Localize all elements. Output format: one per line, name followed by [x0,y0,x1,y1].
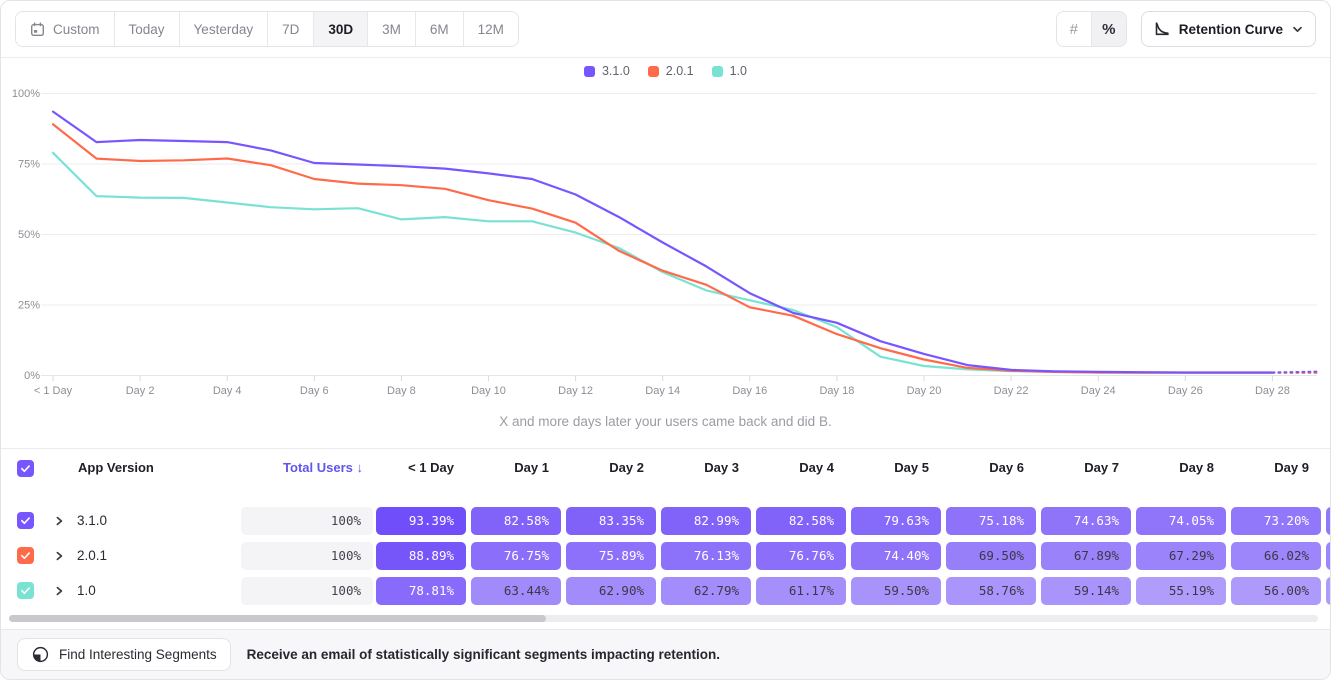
y-tick-label: 50% [18,229,40,241]
col-header-day-7: Day 7 [1041,448,1119,488]
total-users-cell[interactable]: 100% [241,542,373,570]
retention-cell[interactable]: 66.02% [1231,542,1321,570]
x-tick-label: Day 2 [126,385,155,397]
col-header-day-8: Day 8 [1136,448,1214,488]
retention-cell[interactable]: 73.20% [1231,507,1321,535]
retention-cell[interactable]: 79.63% [851,507,941,535]
retention-cell[interactable]: 82.99% [661,507,751,535]
footer-message: Receive an email of statistically signif… [247,647,720,662]
retention-cell[interactable]: 61.17% [756,577,846,605]
series-line-dashed-tail-3-1-0 [1272,372,1317,373]
retention-cell[interactable]: 75.18% [946,507,1036,535]
select-all-checkbox[interactable] [17,460,34,477]
retention-cell-partial[interactable] [1326,542,1331,570]
horizontal-scrollbar-track[interactable] [9,615,1318,622]
retention-cell[interactable]: 78.81% [376,577,466,605]
x-tick-label: Day 6 [300,385,329,397]
retention-cell[interactable]: 56.00% [1231,577,1321,605]
retention-cell-partial[interactable] [1326,577,1331,605]
x-tick-label: Day 28 [1255,385,1290,397]
y-tick-label: 0% [24,370,40,382]
total-users-cell[interactable]: 100% [241,507,373,535]
find-interesting-segments-button[interactable]: Find Interesting Segments [17,638,231,671]
x-tick-label: Day 20 [907,385,942,397]
expand-chevron-icon[interactable] [53,515,65,527]
retention-cell[interactable]: 82.58% [471,507,561,535]
x-tick-label: Day 26 [1168,385,1203,397]
expand-chevron-icon[interactable] [53,585,65,597]
app-version-label-3-1-0[interactable]: 3.1.0 [77,507,107,535]
col-header-day-1: Day 1 [471,448,549,488]
col-header-day-3: Day 3 [661,448,739,488]
y-tick-label: 100% [12,88,40,100]
x-tick-label: Day 22 [994,385,1029,397]
find-interesting-segments-label: Find Interesting Segments [59,647,217,662]
y-tick-label: 75% [18,159,40,171]
chart-caption: X and more days later your users came ba… [1,414,1330,429]
col-header-day-2: Day 2 [566,448,644,488]
retention-cell[interactable]: 62.79% [661,577,751,605]
retention-cell[interactable]: 63.44% [471,577,561,605]
retention-cell[interactable]: 82.58% [756,507,846,535]
retention-cell[interactable]: 59.50% [851,577,941,605]
x-tick-label: Day 18 [819,385,854,397]
footer-bar: Find Interesting Segments Receive an ema… [1,629,1330,679]
x-tick-label: Day 4 [213,385,242,397]
col-header-1-day: < 1 Day [376,448,454,488]
col-header-day-4: Day 4 [756,448,834,488]
segments-signal-icon [31,645,50,664]
x-tick-label: < 1 Day [34,385,73,397]
retention-cell[interactable]: 74.05% [1136,507,1226,535]
col-header-total-users[interactable]: Total Users ↓ [241,448,363,488]
x-tick-label: Day 24 [1081,385,1116,397]
retention-cell[interactable]: 58.76% [946,577,1036,605]
col-header-day-6: Day 6 [946,448,1024,488]
total-users-cell[interactable]: 100% [241,577,373,605]
row-checkbox-2-0-1[interactable] [17,547,34,564]
retention-cell[interactable]: 93.39% [376,507,466,535]
retention-cell-partial[interactable] [1326,507,1331,535]
app-version-label-1-0[interactable]: 1.0 [77,577,96,605]
x-tick-label: Day 16 [732,385,767,397]
retention-cell[interactable]: 74.40% [851,542,941,570]
col-header-day-9: Day 9 [1231,448,1309,488]
retention-cell[interactable]: 76.75% [471,542,561,570]
retention-cell[interactable]: 88.89% [376,542,466,570]
retention-cell[interactable]: 62.90% [566,577,656,605]
retention-report-panel: CustomTodayYesterday7D30D3M6M12M #% Rete… [0,0,1331,680]
col-header-day-5: Day 5 [851,448,929,488]
retention-cell[interactable]: 83.35% [566,507,656,535]
x-tick-label: Day 10 [471,385,506,397]
retention-line-chart: 0% 25% 50% 75% 100% < 1 Day Day 2 Day 4 Day 6 Day… [1,1,1331,441]
x-tick-label: Day 12 [558,385,593,397]
expand-chevron-icon[interactable] [53,550,65,562]
series-line-3-1-0 [53,112,1272,373]
retention-cell[interactable]: 74.63% [1041,507,1131,535]
retention-cell[interactable]: 67.89% [1041,542,1131,570]
series-line-2-0-1 [53,124,1272,372]
x-tick-label: Day 8 [387,385,416,397]
y-tick-label: 25% [18,300,40,312]
retention-cell[interactable]: 59.14% [1041,577,1131,605]
retention-cell[interactable]: 69.50% [946,542,1036,570]
x-tick-label: Day 14 [645,385,680,397]
retention-cell[interactable]: 67.29% [1136,542,1226,570]
retention-cell[interactable]: 76.76% [756,542,846,570]
retention-cell[interactable]: 76.13% [661,542,751,570]
horizontal-scrollbar-thumb[interactable] [9,615,546,622]
app-version-label-2-0-1[interactable]: 2.0.1 [77,542,107,570]
row-checkbox-3-1-0[interactable] [17,512,34,529]
retention-cell[interactable]: 75.89% [566,542,656,570]
retention-cell[interactable]: 55.19% [1136,577,1226,605]
row-checkbox-1-0[interactable] [17,582,34,599]
series-line-1-0 [53,153,1272,373]
